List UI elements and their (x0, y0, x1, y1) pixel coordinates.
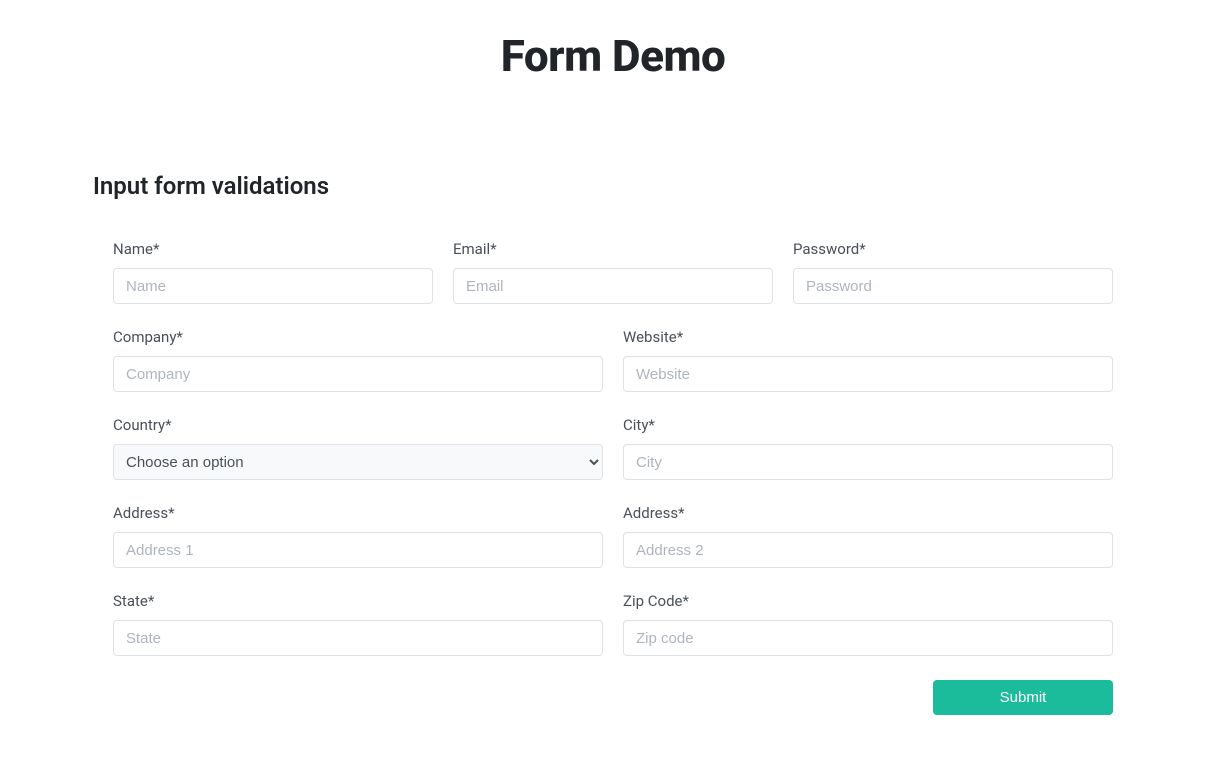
address2-input[interactable] (623, 532, 1113, 568)
address1-label: Address* (113, 504, 603, 522)
country-select[interactable]: Choose an option (113, 444, 603, 480)
state-input[interactable] (113, 620, 603, 656)
address1-input[interactable] (113, 532, 603, 568)
city-input[interactable] (623, 444, 1113, 480)
section-title: Input form validations (93, 172, 1133, 200)
country-label: Country* (113, 416, 603, 434)
password-input[interactable] (793, 268, 1113, 304)
email-input[interactable] (453, 268, 773, 304)
form-card: Name* Email* Password* Company* Website* (93, 240, 1133, 715)
password-label: Password* (793, 240, 1113, 258)
zip-input[interactable] (623, 620, 1113, 656)
submit-button[interactable]: Submit (933, 680, 1113, 715)
company-input[interactable] (113, 356, 603, 392)
name-label: Name* (113, 240, 433, 258)
name-input[interactable] (113, 268, 433, 304)
city-label: City* (623, 416, 1113, 434)
address2-label: Address* (623, 504, 1113, 522)
company-label: Company* (113, 328, 603, 346)
website-label: Website* (623, 328, 1113, 346)
website-input[interactable] (623, 356, 1113, 392)
state-label: State* (113, 592, 603, 610)
page-title: Form Demo (0, 30, 1226, 82)
zip-label: Zip Code* (623, 592, 1113, 610)
email-label: Email* (453, 240, 773, 258)
